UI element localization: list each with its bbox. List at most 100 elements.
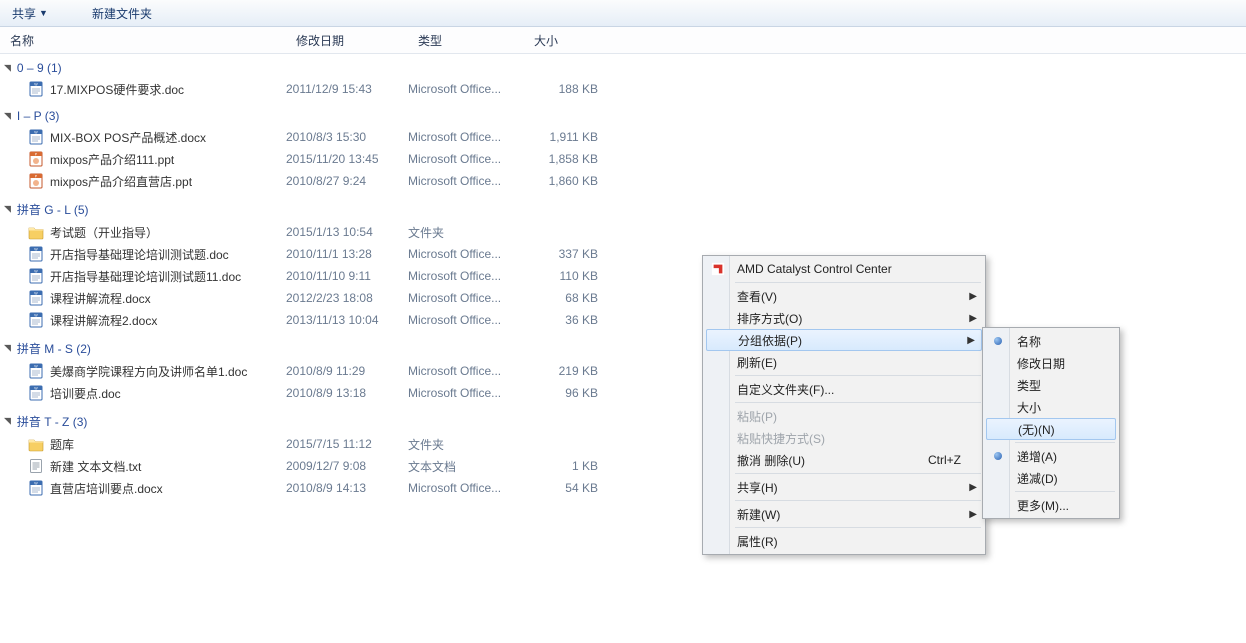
file-row[interactable]: 开店指导基础理论培训测试题.doc 2010/11/1 13:28 Micros… [0, 243, 1246, 265]
ctx-main-customize[interactable]: 自定义文件夹(F)... [705, 378, 983, 400]
menu-item-label: 递增(A) [1017, 448, 1057, 465]
ppt-icon [28, 173, 44, 189]
group-label: 拼音 T - Z (3) [17, 413, 87, 430]
file-row[interactable]: 开店指导基础理论培训测试题11.doc 2010/11/10 9:11 Micr… [0, 265, 1246, 287]
column-header-name[interactable]: 名称 [0, 32, 286, 49]
ctx-main-properties[interactable]: 属性(R) [705, 530, 983, 552]
doc-icon [28, 385, 44, 401]
ctx-main-refresh[interactable]: 刷新(E) [705, 351, 983, 373]
ctx-group-desc[interactable]: 递减(D) [985, 467, 1117, 489]
docx-icon [28, 129, 44, 145]
submenu-arrow-icon: ▶ [969, 291, 977, 302]
file-type: Microsoft Office... [408, 481, 524, 495]
file-row[interactable]: mixpos产品介绍直营店.ppt 2010/8/27 9:24 Microso… [0, 170, 1246, 192]
ctx-group-by-name[interactable]: 名称 [985, 330, 1117, 352]
column-header-type[interactable]: 类型 [408, 32, 524, 49]
file-name: 考试题（开业指导） [50, 224, 158, 241]
group-header[interactable]: ◢ I – P (3) [0, 106, 1246, 126]
menu-item-label: 递减(D) [1017, 470, 1058, 487]
column-header-size[interactable]: 大小 [524, 32, 604, 49]
file-type: Microsoft Office... [408, 313, 524, 327]
folder-icon [28, 436, 44, 452]
radio-bullet-icon [990, 448, 1006, 464]
file-date: 2010/8/9 13:18 [286, 386, 408, 400]
menu-item-label: 自定义文件夹(F)... [737, 381, 834, 398]
folder-icon [28, 224, 44, 240]
share-menu[interactable]: 共享 ▼ [4, 3, 56, 24]
collapse-icon: ◢ [4, 343, 11, 354]
file-row[interactable]: 17.MIXPOS硬件要求.doc 2011/12/9 15:43 Micros… [0, 78, 1246, 100]
share-label: 共享 [12, 5, 36, 22]
collapse-icon: ◢ [4, 204, 11, 215]
file-size: 1,911 KB [524, 130, 604, 144]
menu-item-label: 粘贴快捷方式(S) [737, 430, 825, 447]
menu-item-label: 名称 [1017, 333, 1041, 350]
file-row[interactable]: 课程讲解流程.docx 2012/2/23 18:08 Microsoft Of… [0, 287, 1246, 309]
ppt-icon [28, 151, 44, 167]
file-date: 2010/8/9 14:13 [286, 481, 408, 495]
doc-icon [28, 268, 44, 284]
docx-icon [28, 480, 44, 496]
file-type: Microsoft Office... [408, 269, 524, 283]
ctx-group-by-type[interactable]: 类型 [985, 374, 1117, 396]
submenu-arrow-icon: ▶ [967, 335, 975, 346]
file-date: 2010/8/3 15:30 [286, 130, 408, 144]
ctx-main-paste: 粘贴(P) [705, 405, 983, 427]
ctx-group-none[interactable]: (无)(N) [986, 418, 1116, 440]
file-row[interactable]: 考试题（开业指导） 2015/1/13 10:54 文件夹 [0, 221, 1246, 243]
new-folder-button[interactable]: 新建文件夹 [84, 3, 160, 24]
menu-separator [735, 527, 981, 528]
ctx-main-paste-link: 粘贴快捷方式(S) [705, 427, 983, 449]
file-size: 1,858 KB [524, 152, 604, 166]
menu-separator [735, 282, 981, 283]
file-name: 课程讲解流程.docx [50, 290, 151, 307]
file-type: Microsoft Office... [408, 174, 524, 188]
file-size: 1 KB [524, 459, 604, 473]
context-menu-groupby[interactable]: 名称修改日期类型大小 (无)(N) 递增(A) 递减(D) 更多(M)... [982, 327, 1120, 519]
menu-item-label: (无)(N) [1018, 421, 1055, 438]
menu-separator [1015, 442, 1115, 443]
file-type: Microsoft Office... [408, 152, 524, 166]
group-header[interactable]: ◢ 拼音 G - L (5) [0, 198, 1246, 221]
menu-item-label: 分组依据(P) [738, 332, 802, 349]
collapse-icon: ◢ [4, 111, 11, 122]
ctx-main-view[interactable]: 查看(V)▶ [705, 285, 983, 307]
file-type: Microsoft Office... [408, 247, 524, 261]
ctx-group-asc[interactable]: 递增(A) [985, 445, 1117, 467]
collapse-icon: ◢ [4, 416, 11, 427]
column-header-date[interactable]: 修改日期 [286, 32, 408, 49]
file-size: 54 KB [524, 481, 604, 495]
ctx-main-group[interactable]: 分组依据(P) ▶ [706, 329, 982, 351]
file-name: MIX-BOX POS产品概述.docx [50, 129, 206, 146]
ctx-main-share[interactable]: 共享(H)▶ [705, 476, 983, 498]
menu-item-label: AMD Catalyst Control Center [737, 262, 892, 276]
file-type: 文件夹 [408, 224, 524, 241]
file-name: 题库 [50, 436, 74, 453]
file-row[interactable]: mixpos产品介绍111.ppt 2015/11/20 13:45 Micro… [0, 148, 1246, 170]
file-type: Microsoft Office... [408, 364, 524, 378]
file-name: mixpos产品介绍直营店.ppt [50, 173, 192, 190]
file-row[interactable]: MIX-BOX POS产品概述.docx 2010/8/3 15:30 Micr… [0, 126, 1246, 148]
file-name: 培训要点.doc [50, 385, 121, 402]
ctx-group-by-size[interactable]: 大小 [985, 396, 1117, 418]
file-type: Microsoft Office... [408, 130, 524, 144]
ctx-main-amd[interactable]: AMD Catalyst Control Center [705, 258, 983, 280]
group-header[interactable]: ◢ 0 – 9 (1) [0, 58, 1246, 78]
ctx-main-sort[interactable]: 排序方式(O)▶ [705, 307, 983, 329]
file-type: Microsoft Office... [408, 82, 524, 96]
column-header-row: 名称 修改日期 类型 大小 [0, 27, 1246, 54]
file-date: 2015/11/20 13:45 [286, 152, 408, 166]
context-menu-main[interactable]: AMD Catalyst Control Center 查看(V)▶排序方式(O)… [702, 255, 986, 555]
menu-item-label: 更多(M)... [1017, 497, 1069, 514]
file-date: 2010/11/10 9:11 [286, 269, 408, 283]
ctx-main-undo[interactable]: 撤消 删除(U)Ctrl+Z [705, 449, 983, 471]
explorer-toolbar: 共享 ▼ 新建文件夹 [0, 0, 1246, 27]
ctx-main-new[interactable]: 新建(W)▶ [705, 503, 983, 525]
ctx-group-by-date[interactable]: 修改日期 [985, 352, 1117, 374]
file-type: 文件夹 [408, 436, 524, 453]
ctx-group-more[interactable]: 更多(M)... [985, 494, 1117, 516]
group-label: I – P (3) [17, 109, 59, 123]
menu-item-label: 类型 [1017, 377, 1041, 394]
menu-item-label: 共享(H) [737, 479, 778, 496]
file-date: 2011/12/9 15:43 [286, 82, 408, 96]
